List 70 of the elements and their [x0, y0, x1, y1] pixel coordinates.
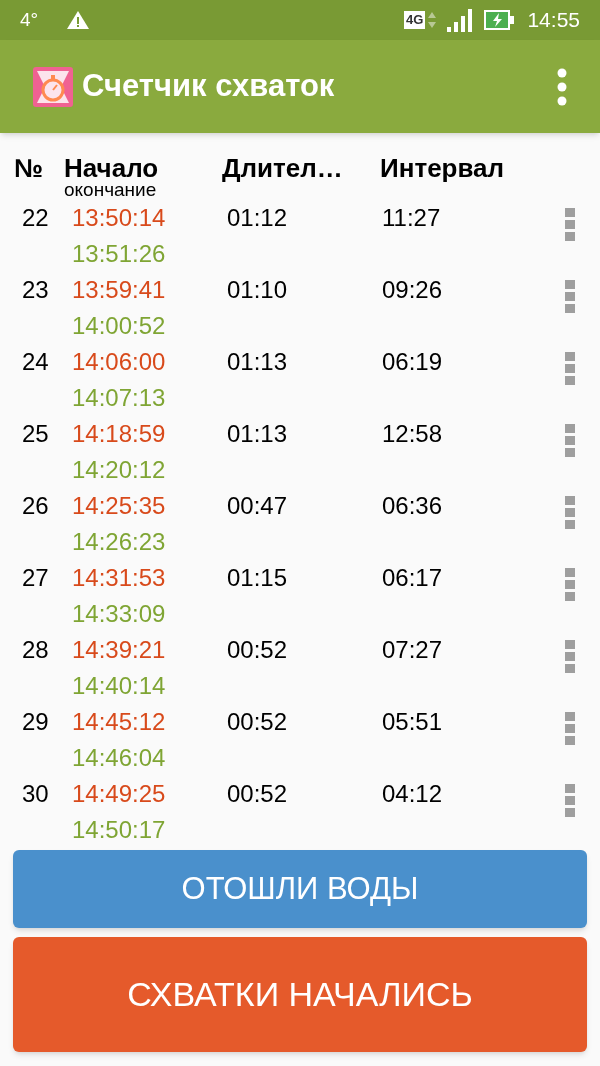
end-time: 14:00:52	[72, 311, 167, 341]
end-time: 14:20:12	[72, 455, 167, 485]
duration: 00:52	[227, 779, 289, 809]
end-time: 13:51:26	[72, 239, 167, 269]
end-time: 14:33:09	[72, 599, 167, 629]
start-time: 13:59:41	[72, 275, 167, 305]
interval: 12:58	[382, 419, 444, 449]
interval: 05:51	[382, 707, 444, 737]
start-time: 14:39:21	[72, 635, 167, 665]
row-menu-icon[interactable]	[565, 496, 575, 530]
row-number: 22	[22, 203, 50, 233]
battery-icon	[483, 9, 516, 31]
row-number: 29	[22, 707, 50, 737]
start-time: 14:25:35	[72, 491, 167, 521]
column-header: Интервал	[380, 153, 506, 183]
interval: 06:17	[382, 563, 444, 593]
clock: 14:55	[527, 7, 580, 34]
row-menu-icon[interactable]	[565, 640, 575, 674]
column-subheader: окончание	[64, 181, 158, 199]
row-menu-icon[interactable]	[565, 568, 575, 602]
start-time: 14:06:00	[72, 347, 167, 377]
row-menu-icon[interactable]	[565, 280, 575, 314]
end-time: 14:26:23	[72, 527, 167, 557]
start-time: 14:18:59	[72, 419, 167, 449]
column-header: Длител…	[222, 153, 344, 183]
row-menu-icon[interactable]	[565, 712, 575, 746]
start-time: 13:50:14	[72, 203, 167, 233]
duration: 00:52	[227, 635, 289, 665]
start-time: 14:45:12	[72, 707, 167, 737]
duration: 01:15	[227, 563, 289, 593]
end-time: 14:50:17	[72, 815, 167, 845]
interval: 09:26	[382, 275, 444, 305]
interval: 04:12	[382, 779, 444, 809]
column-header: №	[14, 153, 44, 183]
end-time: 14:40:14	[72, 671, 167, 701]
warning-icon	[66, 10, 91, 30]
interval: 07:27	[382, 635, 444, 665]
interval: 06:19	[382, 347, 444, 377]
row-menu-icon[interactable]	[565, 784, 575, 818]
more-options-icon[interactable]	[557, 67, 567, 106]
duration: 00:47	[227, 491, 289, 521]
row-menu-icon[interactable]	[565, 352, 575, 386]
interval: 06:36	[382, 491, 444, 521]
waters-broke-button[interactable]: ОТОШЛИ ВОДЫ	[13, 850, 587, 928]
row-number: 30	[22, 779, 50, 809]
row-menu-icon[interactable]	[565, 208, 575, 242]
start-time: 14:31:53	[72, 563, 167, 593]
row-number: 23	[22, 275, 50, 305]
end-time: 14:46:04	[72, 743, 167, 773]
row-number: 26	[22, 491, 50, 521]
network-badge: 4G	[404, 11, 426, 29]
column-header: Начало	[64, 153, 160, 183]
temperature: 4°	[20, 7, 39, 32]
duration: 01:10	[227, 275, 289, 305]
row-number: 24	[22, 347, 50, 377]
start-time: 14:49:25	[72, 779, 167, 809]
duration: 01:13	[227, 419, 289, 449]
interval: 11:27	[382, 203, 442, 233]
app-logo-icon	[33, 66, 73, 107]
row-number: 25	[22, 419, 50, 449]
app-title: Счетчик схваток	[82, 67, 335, 106]
duration: 00:52	[227, 707, 289, 737]
end-time: 14:07:13	[72, 383, 167, 413]
row-number: 28	[22, 635, 50, 665]
contractions-started-button[interactable]: СХВАТКИ НАЧАЛИСЬ	[13, 937, 587, 1052]
row-menu-icon[interactable]	[565, 424, 575, 458]
signal-icon	[447, 8, 474, 32]
duration: 01:12	[227, 203, 289, 233]
duration: 01:13	[227, 347, 289, 377]
row-number: 27	[22, 563, 50, 593]
